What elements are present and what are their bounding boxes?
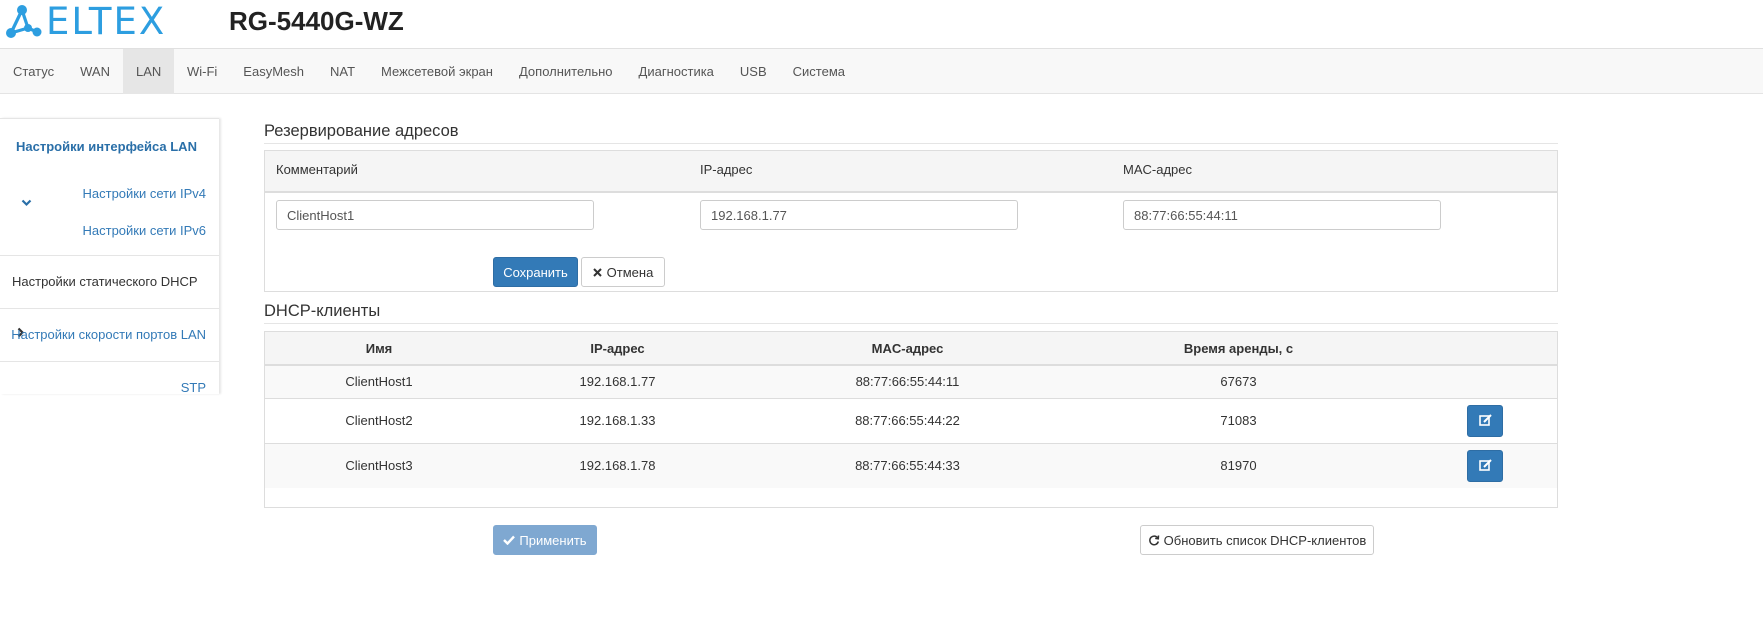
apply-button-label: Применить bbox=[519, 532, 587, 548]
client-ip: 192.168.1.33 bbox=[493, 397, 742, 443]
col-name-header: Имя bbox=[265, 332, 493, 366]
main-navbar: Статус WAN LAN Wi-Fi EasyMesh NAT Межсет… bbox=[0, 48, 1763, 94]
col-actions-header bbox=[1404, 332, 1557, 366]
col-lease-header: Время аренды, с bbox=[1073, 332, 1404, 366]
col-mac-header: MAC-адрес bbox=[1123, 162, 1192, 177]
eltex-logo-mark-icon bbox=[6, 5, 42, 38]
nav-advanced[interactable]: Дополнительно bbox=[506, 49, 626, 94]
nav-wan[interactable]: WAN bbox=[67, 49, 123, 94]
col-ip-header: IP-адрес bbox=[700, 162, 753, 177]
sidebar: Настройки интерфейса LAN Настройки сети … bbox=[0, 118, 219, 395]
checkmark-icon bbox=[503, 535, 516, 545]
sidebar-item-port-speed[interactable]: Настройки скорости портов LAN bbox=[0, 309, 219, 361]
client-actions bbox=[1404, 364, 1557, 398]
client-ip: 192.168.1.77 bbox=[493, 364, 742, 398]
client-lease: 81970 bbox=[1073, 442, 1404, 488]
device-model-title: RG-5440G-WZ bbox=[229, 6, 404, 36]
col-comment-header: Комментарий bbox=[276, 162, 358, 177]
sidebar-item-ipv4[interactable]: Настройки сети IPv4 bbox=[0, 175, 219, 212]
refresh-icon bbox=[1148, 534, 1160, 546]
mac-address-input[interactable] bbox=[1123, 200, 1441, 230]
nav-firewall[interactable]: Межсетевой экран bbox=[368, 49, 506, 94]
divider bbox=[264, 143, 1558, 144]
sidebar-group-port-speed: Настройки скорости портов LAN bbox=[0, 309, 219, 362]
edit-icon bbox=[1478, 414, 1492, 426]
client-mac: 88:77:66:55:44:22 bbox=[742, 397, 1073, 443]
cancel-button[interactable]: Отмена bbox=[581, 257, 665, 287]
reservation-title: Резервирование адресов bbox=[264, 122, 459, 140]
edit-button[interactable] bbox=[1467, 449, 1503, 482]
apply-button[interactable]: Применить bbox=[493, 525, 597, 555]
nav-wifi[interactable]: Wi-Fi bbox=[174, 49, 230, 94]
table-row: ClientHost3 192.168.1.78 88:77:66:55:44:… bbox=[265, 442, 1557, 488]
client-name: ClientHost2 bbox=[265, 397, 493, 443]
close-icon bbox=[592, 267, 602, 277]
dhcp-clients-title: DHCP-клиенты bbox=[264, 302, 381, 320]
table-row: ClientHost2 192.168.1.33 88:77:66:55:44:… bbox=[265, 397, 1557, 443]
dhcp-clients-table: Имя IP-адрес MAC-адрес Время аренды, с C… bbox=[265, 332, 1557, 488]
sidebar-group-lan-interface: Настройки интерфейса LAN Настройки сети … bbox=[0, 119, 219, 256]
sidebar-item-static-dhcp[interactable]: Настройки статического DHCP bbox=[0, 256, 219, 338]
dhcp-clients-panel: Имя IP-адрес MAC-адрес Время аренды, с C… bbox=[264, 331, 1558, 508]
client-mac: 88:77:66:55:44:11 bbox=[742, 364, 1073, 398]
nav-status[interactable]: Статус bbox=[0, 49, 67, 94]
ip-address-input[interactable] bbox=[700, 200, 1018, 230]
sidebar-item-lan-interface[interactable]: Настройки интерфейса LAN bbox=[0, 119, 219, 207]
client-lease: 71083 bbox=[1073, 397, 1404, 443]
client-ip: 192.168.1.78 bbox=[493, 442, 742, 488]
col-mac-header: MAC-адрес bbox=[742, 332, 1073, 366]
nav-lan[interactable]: LAN bbox=[122, 49, 174, 94]
refresh-dhcp-clients-button[interactable]: Обновить список DHCP-клиентов bbox=[1140, 525, 1374, 555]
save-button-label: Сохранить bbox=[503, 264, 568, 280]
edit-button[interactable] bbox=[1467, 404, 1503, 437]
sidebar-group-static-dhcp: Настройки статического DHCP bbox=[0, 256, 219, 338]
chevron-down-icon bbox=[21, 176, 32, 232]
header: ELTEX RG-5440G-WZ bbox=[0, 0, 1763, 48]
reservation-header: Комментарий IP-адрес MAC-адрес bbox=[265, 151, 1557, 193]
col-ip-header: IP-адрес bbox=[493, 332, 742, 366]
client-actions bbox=[1404, 442, 1557, 488]
client-mac: 88:77:66:55:44:33 bbox=[742, 442, 1073, 488]
comment-input[interactable] bbox=[276, 200, 594, 230]
reservation-panel: Комментарий IP-адрес MAC-адрес Сохранить… bbox=[264, 150, 1558, 292]
sidebar-item-label: Настройки статического DHCP bbox=[12, 274, 198, 289]
client-name: ClientHost1 bbox=[265, 364, 493, 398]
divider bbox=[264, 323, 1558, 324]
table-row: ClientHost1 192.168.1.77 88:77:66:55:44:… bbox=[265, 364, 1557, 398]
table-header-row: Имя IP-адрес MAC-адрес Время аренды, с bbox=[265, 332, 1557, 366]
sidebar-item-label: Настройки интерфейса LAN bbox=[16, 139, 197, 154]
sidebar-group-stp: STP bbox=[0, 362, 219, 414]
client-actions bbox=[1404, 397, 1557, 443]
client-lease: 67673 bbox=[1073, 364, 1404, 398]
nav-diagnostics[interactable]: Диагностика bbox=[626, 49, 727, 94]
client-name: ClientHost3 bbox=[265, 442, 493, 488]
save-button[interactable]: Сохранить bbox=[493, 257, 578, 287]
cancel-button-label: Отмена bbox=[606, 264, 654, 280]
sidebar-item-stp[interactable]: STP bbox=[0, 362, 219, 414]
edit-icon bbox=[1478, 459, 1492, 472]
nav-nat[interactable]: NAT bbox=[317, 49, 368, 94]
nav-usb[interactable]: USB bbox=[727, 49, 780, 94]
nav-easymesh[interactable]: EasyMesh bbox=[230, 49, 317, 94]
logo-text: ELTEX bbox=[46, 0, 167, 43]
refresh-button-label: Обновить список DHCP-клиентов bbox=[1163, 532, 1367, 548]
nav-system[interactable]: Система bbox=[780, 49, 858, 94]
eltex-logo[interactable]: ELTEX bbox=[4, 3, 166, 41]
sidebar-item-ipv6[interactable]: Настройки сети IPv6 bbox=[0, 212, 219, 249]
